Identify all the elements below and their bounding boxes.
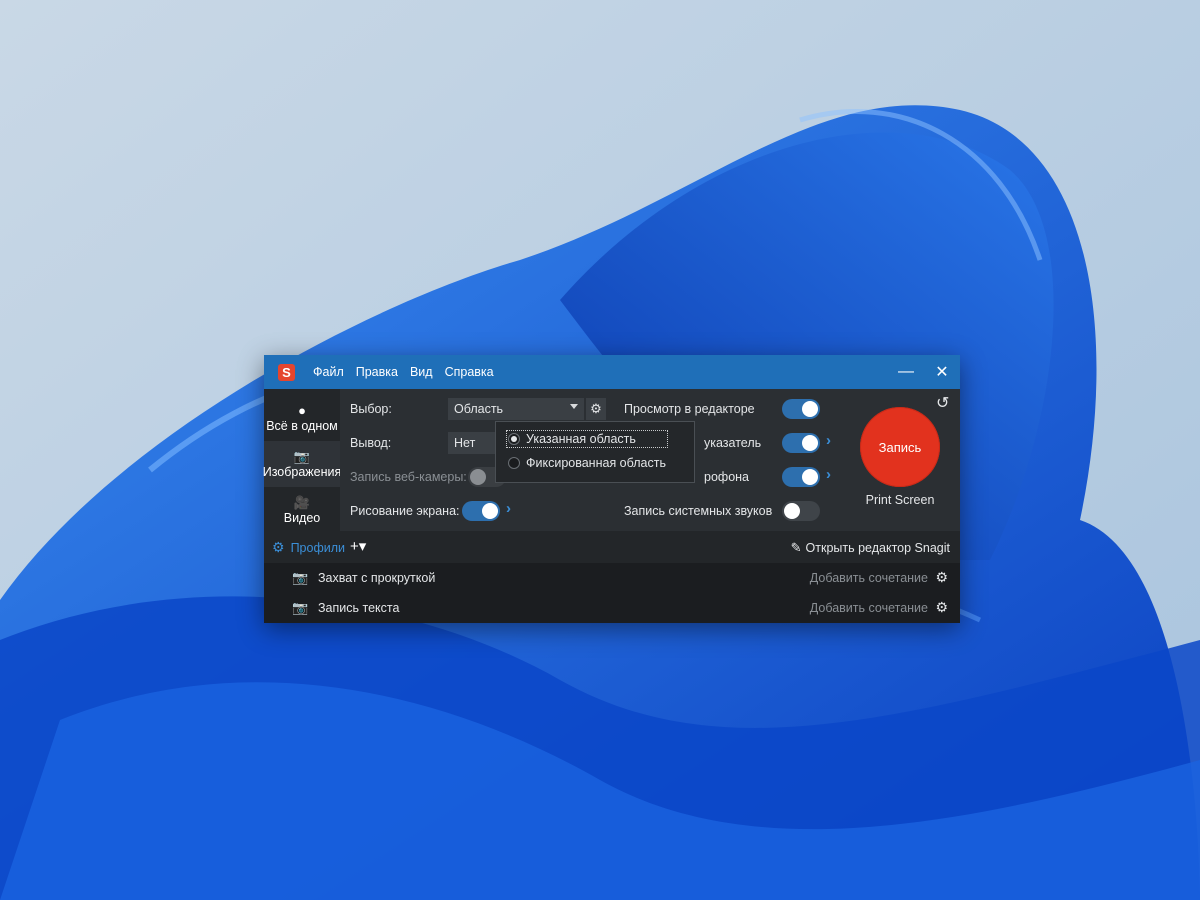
profile-row[interactable]: 📷 Запись текста Добавить сочетание ⚙ — [264, 593, 960, 623]
reset-icon[interactable]: ↺ — [936, 393, 949, 413]
profiles-bar: ⚙ Профили +▾ ✎ Открыть редактор Snagit — [264, 531, 960, 563]
selection-value: Область — [454, 402, 504, 416]
capture-mode-sidebar: ● Всё в одном 📷 Изображения 🎥 Видео — [262, 389, 342, 533]
output-select[interactable]: Нет — [448, 432, 496, 454]
output-label: Вывод: — [350, 436, 392, 450]
preview-toggle[interactable] — [782, 399, 820, 419]
option-fixed-region[interactable]: Фиксированная область — [508, 456, 666, 470]
cursor-toggle[interactable] — [782, 433, 820, 453]
menu-bar: Файл Правка Вид Справка — [313, 365, 506, 379]
record-dot-icon: ● — [298, 403, 306, 418]
menu-edit[interactable]: Правка — [356, 365, 398, 379]
profiles-label: Профили — [290, 540, 345, 555]
profile-name: Захват с прокруткой — [318, 571, 436, 585]
option-label: Фиксированная область — [526, 456, 666, 470]
mode-all-in-one-label: Всё в одном — [266, 419, 338, 433]
open-editor-button[interactable]: ✎ Открыть редактор Snagit — [791, 540, 950, 556]
video-camera-icon: 🎥 — [293, 495, 311, 510]
profile-name: Запись текста — [318, 601, 400, 615]
mode-all-in-one[interactable]: ● Всё в одном — [264, 395, 340, 441]
radio-selected-icon — [508, 433, 520, 445]
output-value: Нет — [454, 436, 476, 450]
selection-dropdown-menu: Указанная область Фиксированная область — [495, 421, 695, 483]
camera-icon: 📷 — [292, 600, 309, 615]
draw-options-chevron-icon[interactable]: › — [506, 500, 511, 517]
option-specified-region[interactable]: Указанная область — [506, 430, 668, 448]
edit-icon: ✎ — [790, 540, 802, 555]
option-label: Указанная область — [526, 432, 636, 446]
draw-label: Рисование экрана: — [350, 504, 460, 518]
preview-label: Просмотр в редакторе — [624, 402, 755, 416]
cursor-label: указатель — [704, 436, 762, 450]
mic-options-chevron-icon[interactable]: › — [826, 466, 831, 483]
cursor-options-chevron-icon[interactable]: › — [826, 432, 831, 449]
selection-select[interactable]: Область — [448, 398, 584, 420]
mic-label: рофона — [704, 470, 749, 484]
profiles-button[interactable]: ⚙ Профили — [272, 539, 345, 556]
mode-video[interactable]: 🎥 Видео — [264, 487, 340, 533]
selection-settings-button[interactable]: ⚙ — [586, 398, 606, 420]
open-editor-label: Открыть редактор Snagit — [805, 541, 950, 555]
add-shortcut-link[interactable]: Добавить сочетание — [810, 601, 928, 615]
add-profile-button[interactable]: +▾ — [350, 537, 366, 555]
camera-icon: 📷 — [292, 570, 309, 585]
camera-icon: 📷 — [293, 449, 311, 464]
minimize-button[interactable]: — — [888, 355, 924, 389]
snagit-logo-icon: S — [278, 363, 295, 381]
snagit-window: S Файл Правка Вид Справка — ✕ ● Всё в од… — [262, 355, 960, 623]
selection-label: Выбор: — [350, 402, 392, 416]
title-bar: S Файл Правка Вид Справка — ✕ — [264, 355, 960, 389]
add-shortcut-link[interactable]: Добавить сочетание — [810, 571, 928, 585]
mode-image-label: Изображения — [262, 465, 342, 479]
gear-icon: ⚙ — [590, 401, 602, 416]
gear-icon: ⚙ — [272, 539, 285, 555]
draw-toggle[interactable] — [462, 501, 500, 521]
gear-icon[interactable]: ⚙ — [935, 569, 948, 586]
profile-row[interactable]: 📷 Захват с прокруткой Добавить сочетание… — [264, 563, 960, 593]
mode-image[interactable]: 📷 Изображения — [262, 441, 342, 487]
radio-icon — [508, 457, 520, 469]
close-button[interactable]: ✕ — [924, 355, 960, 389]
gear-icon[interactable]: ⚙ — [935, 599, 948, 616]
menu-file[interactable]: Файл — [313, 365, 344, 379]
system-audio-label: Запись системных звуков — [624, 504, 773, 518]
system-audio-toggle[interactable] — [782, 501, 820, 521]
menu-help[interactable]: Справка — [445, 365, 494, 379]
chevron-down-icon — [570, 404, 578, 409]
record-shortcut: Print Screen — [865, 493, 935, 507]
mode-video-label: Видео — [283, 511, 321, 525]
menu-view[interactable]: Вид — [410, 365, 433, 379]
record-button[interactable]: Запись — [860, 407, 940, 487]
mic-toggle[interactable] — [782, 467, 820, 487]
webcam-label: Запись веб-камеры: — [350, 470, 467, 484]
